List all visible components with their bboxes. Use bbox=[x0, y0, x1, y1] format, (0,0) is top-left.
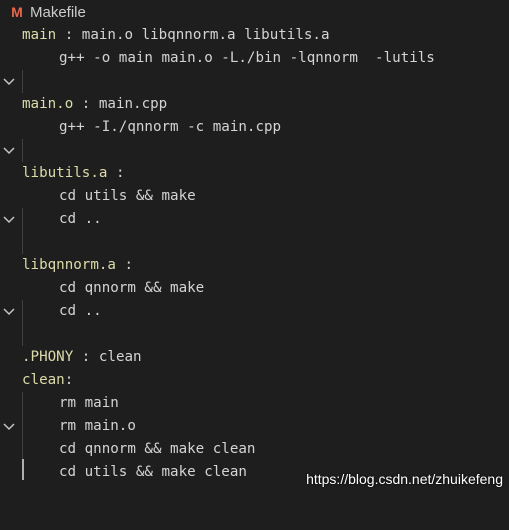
code-line: cd utils && make bbox=[0, 185, 196, 208]
code-line: main : main.o libqnnorm.a libutils.a bbox=[0, 24, 330, 85]
rule-deps: main.o libqnnorm.a libutils.a bbox=[81, 27, 330, 43]
code-line: cd qnnorm && make clean bbox=[0, 438, 255, 461]
rule-separator: : bbox=[64, 372, 74, 388]
phony-directive: .PHONY bbox=[22, 349, 74, 365]
rule-separator: : bbox=[115, 257, 134, 273]
recipe-line: rm main.o bbox=[59, 418, 136, 434]
code-line: .PHONY : clean bbox=[0, 346, 142, 369]
rule-target: clean bbox=[22, 372, 65, 388]
code-editor[interactable]: main : main.o libqnnorm.a libutils.a g++… bbox=[0, 24, 509, 494]
code-line: rm main.o bbox=[0, 415, 136, 438]
code-line: rm main bbox=[0, 392, 119, 415]
code-line: clean: bbox=[0, 369, 73, 430]
tab-title: Makefile bbox=[30, 3, 86, 21]
recipe-line: cd qnnorm && make bbox=[59, 280, 205, 296]
recipe-line: cd .. bbox=[59, 303, 102, 319]
watermark-url: https://blog.csdn.net/zhuikefeng bbox=[306, 471, 503, 487]
code-line: main.o : main.cpp bbox=[0, 93, 167, 154]
rule-separator: : bbox=[73, 349, 99, 365]
code-line: cd .. bbox=[0, 208, 102, 231]
recipe-line: rm main bbox=[59, 395, 119, 411]
recipe-line: cd .. bbox=[59, 211, 102, 227]
rule-separator: : bbox=[107, 165, 125, 181]
rule-target: libqnnorm.a bbox=[22, 257, 116, 273]
rule-target: libutils.a bbox=[22, 165, 108, 181]
recipe-line: cd utils && make clean bbox=[59, 464, 247, 480]
rule-deps: clean bbox=[98, 349, 142, 365]
code-line: cd .. bbox=[0, 300, 102, 323]
recipe-line: g++ -o main main.o -L./bin -lqnnorm -lut… bbox=[59, 50, 435, 66]
recipe-line: cd qnnorm && make clean bbox=[59, 441, 256, 457]
rule-separator: : bbox=[73, 96, 99, 112]
rule-target: main bbox=[22, 27, 57, 43]
code-line: libqnnorm.a : bbox=[0, 254, 133, 315]
rule-target: main.o bbox=[22, 96, 74, 112]
code-line: g++ -I./qnnorm -c main.cpp bbox=[0, 116, 281, 139]
recipe-line: cd utils && make bbox=[59, 188, 196, 204]
rule-separator: : bbox=[56, 27, 82, 43]
code-line: cd qnnorm && make bbox=[0, 277, 204, 300]
makefile-icon: M bbox=[11, 4, 23, 20]
editor-tab[interactable]: M Makefile bbox=[0, 0, 509, 24]
rule-deps: main.cpp bbox=[98, 96, 168, 112]
recipe-line: g++ -I./qnnorm -c main.cpp bbox=[59, 119, 282, 135]
code-line: cd utils && make clean bbox=[0, 461, 247, 484]
code-line: g++ -o main main.o -L./bin -lqnnorm -lut… bbox=[0, 47, 435, 70]
code-line: libutils.a : bbox=[0, 162, 125, 223]
